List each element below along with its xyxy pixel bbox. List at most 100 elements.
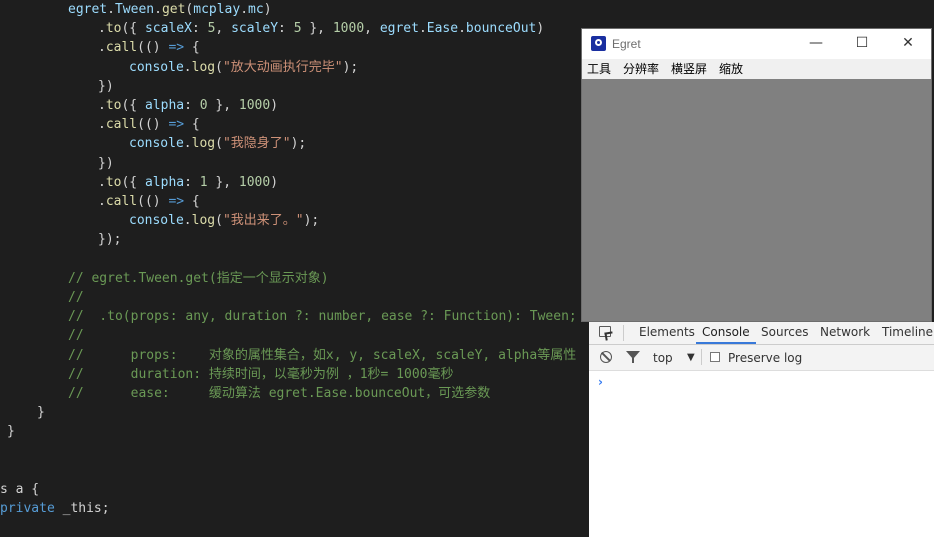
code-line: private _this; <box>0 499 110 518</box>
tab-elements[interactable]: Elements <box>639 322 695 344</box>
code-token: { <box>184 117 200 133</box>
code-line: // <box>68 288 84 307</box>
code-token: console <box>129 213 184 229</box>
code-token: ({ <box>121 21 145 37</box>
code-token: } <box>37 405 45 421</box>
code-token: call <box>105 194 138 209</box>
code-token: : <box>184 174 200 190</box>
code-token: ) <box>270 174 279 190</box>
code-token: : <box>184 98 200 113</box>
dropdown-arrow-icon[interactable]: ▼ <box>687 350 695 366</box>
code-token: s a { <box>0 482 40 497</box>
code-token: { <box>184 40 200 56</box>
code-token: }, <box>301 21 333 37</box>
code-token: , <box>215 21 232 37</box>
console-prompt-icon[interactable]: › <box>598 375 603 389</box>
code-token: ); <box>342 59 359 75</box>
code-token: console <box>129 136 184 152</box>
code-token: }); <box>98 232 122 248</box>
code-token: } <box>7 424 15 440</box>
tab-sources[interactable]: Sources <box>761 322 808 344</box>
minimize-button[interactable]: — <box>793 29 839 59</box>
tab-network[interactable]: Network <box>820 322 870 344</box>
code-line: // egret.Tween.get(指定一个显示对象) <box>68 269 329 288</box>
code-token: 0 <box>199 98 208 113</box>
code-token: console <box>129 59 184 75</box>
code-token: { <box>184 194 200 209</box>
code-token: bounceOut <box>465 21 537 37</box>
tab-timeline[interactable]: Timeline <box>882 322 933 344</box>
code-token: // duration: 持续时间，以毫秒为例 ，1秒= 1000毫秒 <box>68 366 454 382</box>
code-token: . <box>98 40 106 56</box>
menu-tools[interactable]: 工具 <box>587 61 611 77</box>
code-token: . <box>98 98 106 113</box>
maximize-button[interactable]: ☐ <box>839 29 885 59</box>
code-token: (() <box>137 40 169 56</box>
code-token: "我出来了。" <box>222 213 304 229</box>
code-token: // <box>68 328 84 344</box>
code-token: ); <box>303 213 320 229</box>
code-token: alpha <box>144 174 185 190</box>
code-token: log <box>191 213 216 229</box>
egret-window: Egret — ☐ ✕ 工具 分辨率 横竖屏 缩放 <box>581 28 932 322</box>
code-line: // props: 对象的属性集合，如x, y, scaleX, scaleY,… <box>68 346 576 365</box>
code-token: call <box>105 117 138 133</box>
menu-orientation[interactable]: 横竖屏 <box>671 61 707 77</box>
code-token: ) <box>536 21 545 37</box>
code-token: }) <box>98 78 114 94</box>
menu-resolution[interactable]: 分辨率 <box>623 61 659 77</box>
devtools-tab-bar: Elements Console Sources Network Timelin… <box>589 322 934 345</box>
devtools-panel: Elements Console Sources Network Timelin… <box>589 322 934 537</box>
code-token: . <box>418 21 427 37</box>
code-token: log <box>191 59 216 75</box>
clear-console-icon[interactable] <box>600 351 612 363</box>
code-token: log <box>191 136 216 152</box>
code-token: ( <box>215 213 223 229</box>
code-token: egret <box>68 2 108 17</box>
code-token: . <box>183 136 192 152</box>
code-token: }, <box>207 98 239 113</box>
close-button[interactable]: ✕ <box>885 29 931 59</box>
tab-console[interactable]: Console <box>696 322 756 344</box>
context-select[interactable]: top <box>653 350 673 366</box>
console-toolbar: top ▼ Preserve log <box>589 345 934 371</box>
code-token: ); <box>290 136 307 152</box>
preserve-log-label[interactable]: Preserve log <box>728 350 802 366</box>
toolbar-divider <box>623 325 624 341</box>
code-token: 1000 <box>332 21 365 37</box>
window-titlebar[interactable]: Egret — ☐ ✕ <box>582 29 931 59</box>
code-token: mcplay <box>193 2 241 17</box>
filter-icon[interactable] <box>626 351 640 363</box>
code-token: => <box>168 40 185 56</box>
code-token: . <box>98 174 106 190</box>
code-line: console.log("我出来了。"); <box>129 211 319 230</box>
code-token: 1 <box>199 174 208 190</box>
code-token: "我隐身了" <box>222 136 291 152</box>
code-token: ({ <box>121 98 145 113</box>
code-line: .to({ alpha: 0 }, 1000) <box>98 96 278 115</box>
code-token: scaleY <box>231 21 279 37</box>
game-stage[interactable] <box>582 79 931 321</box>
code-line: console.log("我隐身了"); <box>129 134 306 153</box>
menu-zoom[interactable]: 缩放 <box>719 61 743 77</box>
code-token: // ease: 缓动算法 egret.Ease.bounceOut，可选参数 <box>68 386 491 401</box>
console-output[interactable]: › <box>589 371 934 537</box>
code-token: }, <box>207 174 239 190</box>
code-line: .to({ alpha: 1 }, 1000) <box>98 173 278 192</box>
code-line: .call(() => { <box>98 192 200 211</box>
inspect-element-icon[interactable] <box>599 326 611 337</box>
code-token: // egret.Tween.get(指定一个显示对象) <box>68 270 329 286</box>
code-line: .call(() => { <box>98 38 200 57</box>
code-line: egret.Tween.get(mcplay.mc) <box>68 0 272 19</box>
code-token: alpha <box>144 98 185 113</box>
code-token: to <box>105 98 122 113</box>
code-token: 5 <box>293 21 302 37</box>
code-token: "放大动画执行完毕" <box>222 59 343 75</box>
code-token: . <box>98 21 106 37</box>
preserve-log-checkbox[interactable] <box>710 352 720 362</box>
code-token: . <box>154 2 162 17</box>
code-token: egret <box>379 21 419 37</box>
code-token: ) <box>263 2 272 17</box>
code-token: // .to(props: any, duration ?: number, e… <box>68 309 577 325</box>
code-token: to <box>105 21 122 37</box>
